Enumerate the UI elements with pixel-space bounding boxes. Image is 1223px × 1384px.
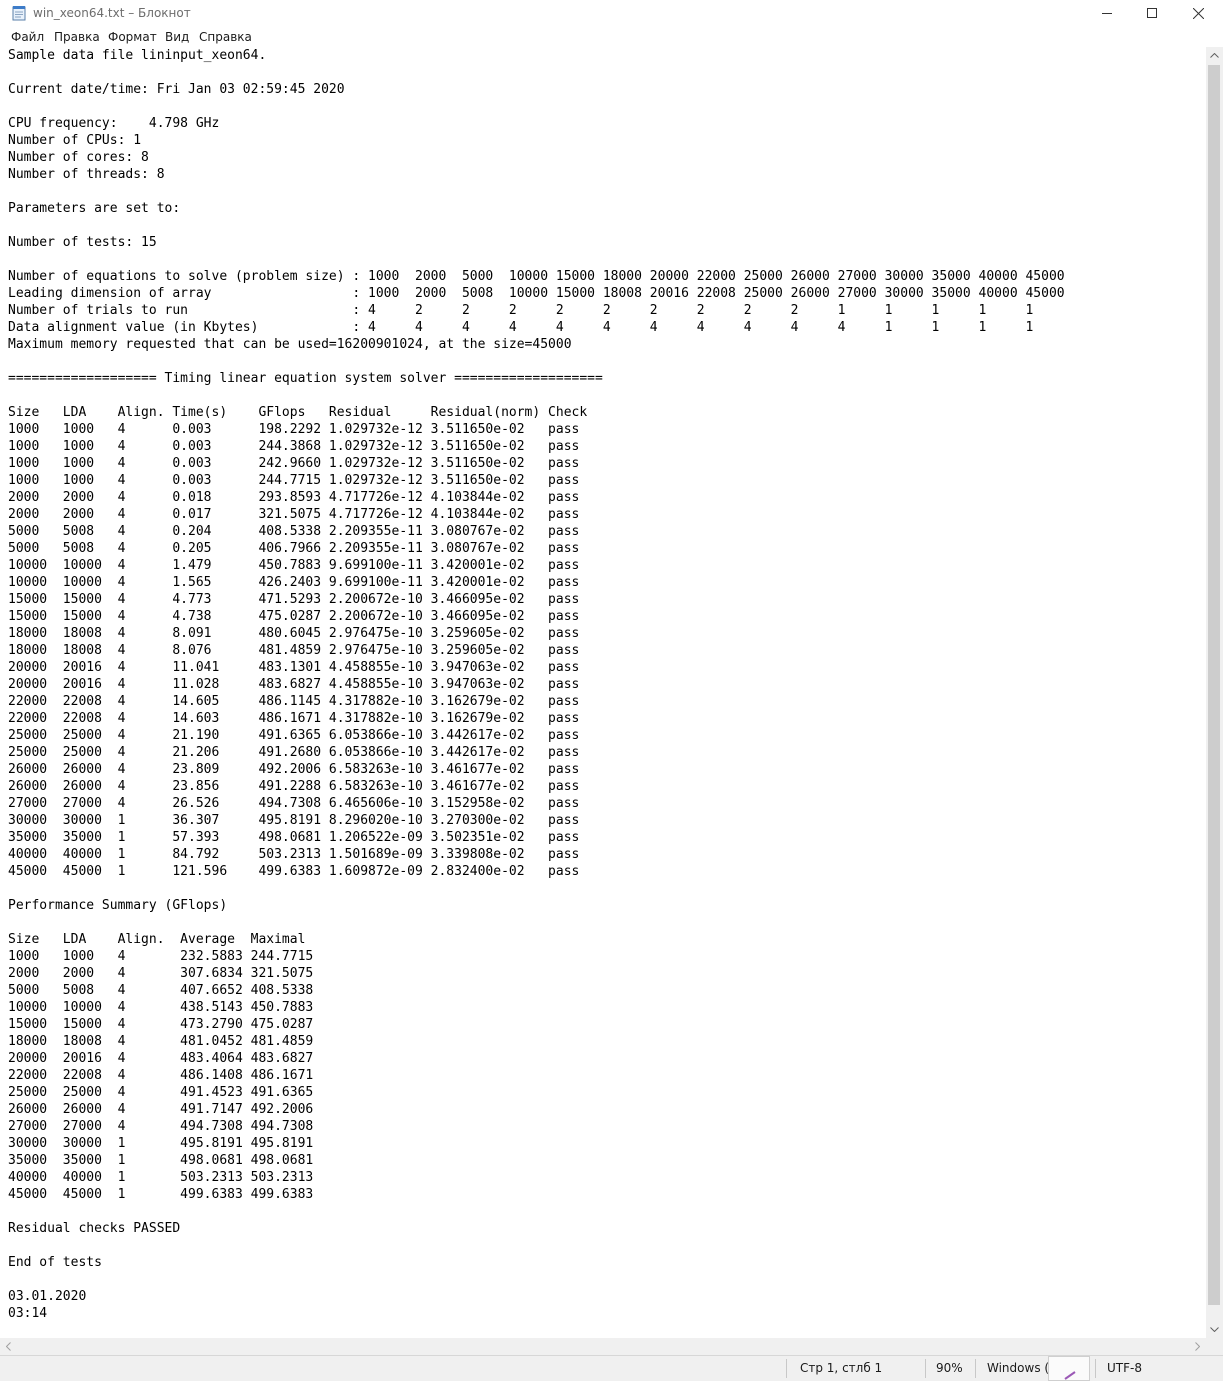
menu-file[interactable]: Файл: [11, 30, 44, 45]
maximize-button[interactable]: [1129, 0, 1175, 26]
scroll-left-arrow-icon[interactable]: [0, 1338, 17, 1355]
menu-view[interactable]: Вид: [165, 30, 189, 45]
scroll-up-arrow-icon[interactable]: [1206, 47, 1223, 64]
title-bar[interactable]: win_xeon64.txt – Блокнот: [0, 0, 1223, 26]
menu-help[interactable]: Справка: [199, 30, 252, 45]
menu-bar: Файл Правка Формат Вид Справка: [0, 28, 1223, 47]
status-cursor-position: Стр 1, стлб 1: [800, 1361, 883, 1375]
vertical-scroll-thumb[interactable]: [1208, 65, 1220, 1305]
scroll-down-arrow-icon[interactable]: [1206, 1321, 1223, 1338]
menu-edit[interactable]: Правка: [54, 30, 100, 45]
scrollbar-corner: [1206, 1338, 1223, 1355]
close-icon: [1192, 7, 1204, 19]
window-title: win_xeon64.txt – Блокнот: [33, 6, 191, 20]
status-bar: Стр 1, стлб 1 90% Windows (C UTF-8: [0, 1355, 1223, 1381]
scroll-right-arrow-icon[interactable]: [1189, 1338, 1206, 1355]
notepad-icon: [12, 5, 26, 21]
status-zoom: 90%: [936, 1361, 963, 1375]
status-separator: [925, 1359, 926, 1378]
document-text[interactable]: Sample data file lininput_xeon64. Curren…: [8, 47, 1065, 1322]
minimize-button[interactable]: [1084, 0, 1130, 26]
close-button[interactable]: [1175, 0, 1221, 26]
status-encoding: UTF-8: [1107, 1361, 1142, 1375]
status-separator: [975, 1359, 976, 1378]
status-line-endings: Windows (C: [987, 1361, 1058, 1375]
minimize-icon: [1102, 13, 1112, 14]
menu-format[interactable]: Формат: [108, 30, 157, 45]
status-separator: [786, 1359, 787, 1378]
text-editor[interactable]: Sample data file lininput_xeon64. Curren…: [0, 47, 1206, 1338]
status-separator: [1095, 1359, 1096, 1378]
horizontal-scrollbar[interactable]: [0, 1338, 1206, 1355]
maximize-icon: [1147, 8, 1157, 18]
pen-tool-icon[interactable]: [1048, 1356, 1090, 1381]
vertical-scrollbar[interactable]: [1206, 47, 1223, 1338]
